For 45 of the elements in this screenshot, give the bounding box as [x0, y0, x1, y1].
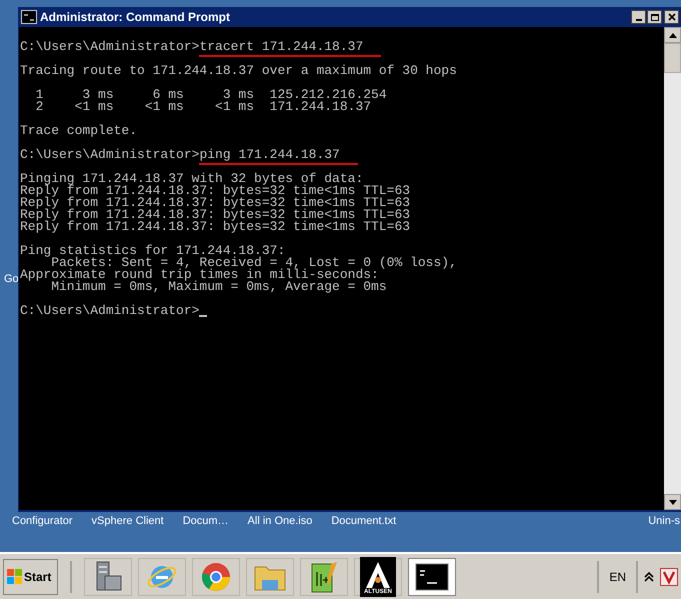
console-line: 2 <1 ms <1 ms <1 ms 171.244.18.37 — [34, 101, 372, 113]
maximize-button[interactable] — [647, 10, 662, 24]
console-line: Reply from 171.244.18.37: bytes=32 time<1ms TTL=63 — [20, 197, 410, 209]
close-icon — [668, 13, 676, 21]
close-button[interactable] — [664, 10, 679, 24]
console-command: ping 171.244.18.37 — [199, 149, 340, 161]
scroll-up-button[interactable] — [664, 27, 681, 43]
console-line: Pinging 171.244.18.37 with 32 bytes of data: — [20, 173, 364, 185]
scroll-down-button[interactable] — [664, 494, 681, 510]
desktop-icon-label[interactable]: Docum… — [182, 513, 229, 552]
chevron-up-icon[interactable] — [644, 570, 654, 582]
console-line: Packets: Sent = 4, Received = 4, Lost = 0 (0% loss), — [51, 257, 457, 269]
windows-logo-icon — [7, 568, 23, 584]
window-title: Administrator: Command Prompt — [40, 9, 232, 26]
scroll-thumb[interactable] — [664, 43, 681, 73]
down-arrow-icon — [668, 500, 676, 504]
console-line: 1 3 ms 6 ms 3 ms 125.212.216.254 — [34, 89, 387, 101]
console-line: Reply from 171.244.18.37: bytes=32 time<1ms TTL=63 — [20, 185, 410, 197]
taskbar-app-button[interactable] — [408, 558, 456, 596]
start-button[interactable]: Start — [3, 558, 58, 594]
desktop-icon-label[interactable]: Unin-s — [648, 513, 681, 552]
console-app-icon — [21, 10, 37, 24]
tray-app-icon[interactable] — [660, 568, 678, 586]
desktop-label: Go — [3, 272, 19, 288]
console-line: C:\Users\Administrator> — [20, 41, 200, 53]
console-line: Trace complete. — [20, 125, 138, 137]
console-line: Tracing route to 171.244.18.37 over a maximum of 30 hops — [20, 65, 457, 77]
console-line: Reply from 171.244.18.37: bytes=32 time<1ms TTL=63 — [20, 209, 410, 221]
console-line: Ping statistics for 171.244.18.37: — [20, 245, 286, 257]
desktop-icon-label[interactable]: All in One.iso — [248, 513, 312, 552]
language-indicator[interactable]: EN — [605, 568, 630, 586]
desktop-icon-label[interactable]: Document.txt — [331, 513, 396, 552]
up-arrow-icon — [668, 32, 676, 38]
chrome-icon — [200, 560, 232, 592]
desktop-icon-label[interactable]: vSphere Client — [92, 513, 164, 552]
minimize-button[interactable] — [631, 10, 646, 24]
notepad-pencil-icon — [309, 560, 339, 594]
console-line: C:\Users\Administrator> — [20, 305, 200, 317]
command-prompt-icon — [415, 562, 449, 590]
console-line: Approximate round trip times in milli-seconds: — [20, 269, 379, 281]
desktop-icon-label[interactable]: Configurator — [12, 513, 73, 552]
console-line: C:\Users\Administrator> — [20, 149, 200, 161]
console-line: Minimum = 0ms, Maximum = 0ms, Average = 0ms — [51, 281, 387, 293]
console-line: Reply from 171.244.18.37: bytes=32 time<1ms TTL=63 — [20, 221, 410, 233]
console-command: tracert 171.244.18.37 — [199, 41, 364, 53]
